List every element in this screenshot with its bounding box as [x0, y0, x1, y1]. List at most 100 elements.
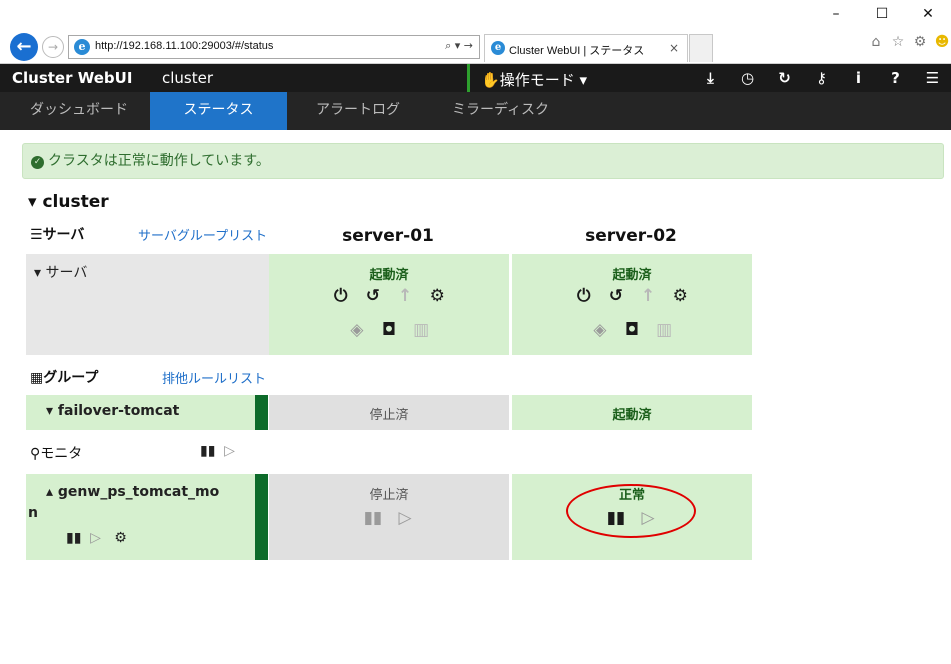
server-01-header: server-01	[342, 226, 434, 246]
cluster-name: cluster	[162, 69, 214, 87]
clock-icon[interactable]: ◷	[729, 64, 766, 92]
tab-alert-log[interactable]: アラートログ	[300, 92, 416, 130]
box-icon[interactable]: ◘	[375, 320, 403, 340]
address-bar[interactable]: e http://192.168.11.100:29003/#/status ⌕…	[68, 35, 480, 59]
download-icon[interactable]: ⤓	[692, 64, 729, 92]
pause-icon[interactable]: ▮▮	[66, 530, 86, 546]
window-controls: – ☐ ✕	[813, 0, 951, 28]
server-02-actions: ⏻ ↺ ↑ ⚙	[512, 286, 752, 306]
navbar: ダッシュボード ステータス アラートログ ミラーディスク	[0, 92, 951, 130]
back-arrow-icon[interactable]: ←	[10, 33, 38, 61]
server-02-resources: ◈ ◘ ▥	[512, 320, 752, 340]
close-window-icon[interactable]: ✕	[905, 0, 951, 28]
new-tab-button[interactable]	[689, 34, 713, 62]
monitor-actions: ▮▮ ▷ ⚙	[66, 530, 134, 546]
server-row-label[interactable]: ▾ サーバ	[34, 262, 87, 282]
resume-icon: ▷	[398, 508, 412, 528]
group-server-02-status: 起動済	[612, 408, 652, 423]
pause-icon: ▮▮	[363, 508, 383, 528]
monitor-server-01-status: 停止済	[369, 488, 409, 503]
operation-mode-dropdown[interactable]: ✋操作モード ▾	[481, 69, 587, 90]
menu-icon[interactable]: ☰	[914, 64, 951, 92]
cube-icon[interactable]: ◈	[586, 320, 614, 340]
server-01-actions: ⏻ ↺ ↑ ⚙	[269, 286, 509, 306]
tab-mirror-disk[interactable]: ミラーディスク	[436, 92, 565, 130]
app-topbar: Cluster WebUI cluster ✋操作モード ▾ ⤓ ◷ ↻ ⚷ i…	[0, 64, 951, 92]
resume-icon: ▷	[90, 530, 101, 546]
tab-close-icon[interactable]: ×	[669, 41, 679, 55]
server-01-cell: 起動済 ⏻ ↺ ↑ ⚙ ◈ ◘ ▥	[269, 254, 509, 355]
cluster-title-text: cluster	[42, 192, 109, 212]
server-row-label-cell: ▾ サーバ	[26, 254, 269, 355]
chip-icon: ▥	[413, 320, 430, 340]
status-alert: ✓ クラスタは正常に動作しています。	[22, 143, 944, 179]
help-icon[interactable]: ?	[877, 64, 914, 92]
highlight-ellipse	[566, 484, 696, 538]
monitor-name-wrap: n	[28, 505, 38, 521]
server-01-resources: ◈ ◘ ▥	[269, 320, 509, 340]
smiley-icon[interactable]: ☻	[933, 34, 951, 54]
maximize-icon[interactable]: ☐	[859, 0, 905, 28]
server-group-list-link[interactable]: サーバグループリスト	[138, 225, 267, 244]
gear-icon[interactable]: ⚙	[911, 34, 929, 54]
cube-icon[interactable]: ◈	[343, 320, 371, 340]
gear-icon[interactable]: ⚙	[114, 530, 134, 546]
tab-dashboard[interactable]: ダッシュボード	[14, 92, 144, 130]
group-section-label: ▦グループ	[30, 370, 99, 386]
forward-arrow-icon[interactable]: →	[42, 36, 64, 58]
group-name[interactable]: ▾ failover-tomcat	[46, 403, 179, 419]
caret-down-icon: ▾	[46, 403, 58, 419]
restart-icon[interactable]: ↺	[602, 286, 630, 306]
group-status-bar	[255, 395, 268, 430]
grid-icon: ▦	[30, 370, 44, 386]
server-02-cell: 起動済 ⏻ ↺ ↑ ⚙ ◈ ◘ ▥	[512, 254, 752, 355]
check-circle-icon: ✓	[31, 156, 44, 169]
box-icon[interactable]: ◘	[618, 320, 646, 340]
server-section-label: ☰サーバ	[30, 227, 85, 243]
monitor-name[interactable]: ▴ genw_ps_tomcat_mo	[46, 484, 219, 500]
resume-icon: ▷	[224, 443, 235, 459]
app-brand: Cluster WebUI	[12, 69, 133, 87]
toolbar-icons: ⤓ ◷ ↻ ⚷ i ? ☰	[692, 64, 951, 92]
hand-icon: ✋	[481, 71, 500, 89]
search-icon[interactable]: ⌕ ▾ →	[445, 39, 473, 53]
tab-status[interactable]: ステータス	[150, 92, 287, 130]
exclusion-rule-list-link[interactable]: 排他ルールリスト	[162, 368, 266, 387]
power-icon[interactable]: ⏻	[570, 286, 598, 306]
monitor-section-actions: ▮▮ ▷	[200, 443, 244, 459]
group-name-cell: ▾ failover-tomcat	[26, 395, 255, 430]
caret-down-icon: ▾	[574, 71, 588, 89]
key-icon[interactable]: ⚷	[803, 64, 840, 92]
monitor-section-label: ⚲モニタ	[30, 446, 83, 462]
cluster-title[interactable]: ▾ cluster	[28, 192, 109, 212]
info-icon[interactable]: i	[840, 64, 877, 92]
gear-icon[interactable]: ⚙	[423, 286, 451, 306]
server-02-header: server-02	[585, 226, 677, 246]
list-icon: ☰	[30, 227, 43, 243]
monitor-status-bar	[255, 474, 268, 560]
address-url[interactable]: http://192.168.11.100:29003/#/status	[95, 40, 273, 52]
star-icon[interactable]: ☆	[889, 34, 907, 54]
caret-up-icon: ▴	[46, 484, 58, 500]
power-icon[interactable]: ⏻	[327, 286, 355, 306]
caret-down-icon: ▾	[34, 265, 46, 281]
arrow-up-icon: ↑	[397, 286, 413, 306]
chip-icon: ▥	[656, 320, 673, 340]
group-server-02-cell: 起動済	[512, 395, 752, 430]
minimize-icon[interactable]: –	[813, 0, 859, 28]
group-server-01-cell: 停止済	[269, 395, 509, 430]
server-02-status: 起動済	[612, 268, 652, 283]
restart-icon[interactable]: ↺	[359, 286, 387, 306]
gear-icon[interactable]: ⚙	[666, 286, 694, 306]
pause-icon[interactable]: ▮▮	[200, 443, 220, 459]
refresh-icon[interactable]: ↻	[766, 64, 803, 92]
ie-tab-icon: e	[491, 41, 505, 55]
tab-title: Cluster WebUI | ステータス	[509, 45, 645, 57]
home-icon[interactable]: ⌂	[867, 34, 885, 54]
browser-tab[interactable]: e Cluster WebUI | ステータス ×	[484, 34, 688, 62]
monitor-server-01-cell: 停止済 ▮▮ ▷	[269, 474, 509, 560]
mode-divider	[467, 64, 470, 92]
ie-icon: e	[74, 39, 90, 55]
mode-label: 操作モード	[499, 71, 575, 89]
monitor-server-01-actions: ▮▮ ▷	[269, 508, 509, 528]
